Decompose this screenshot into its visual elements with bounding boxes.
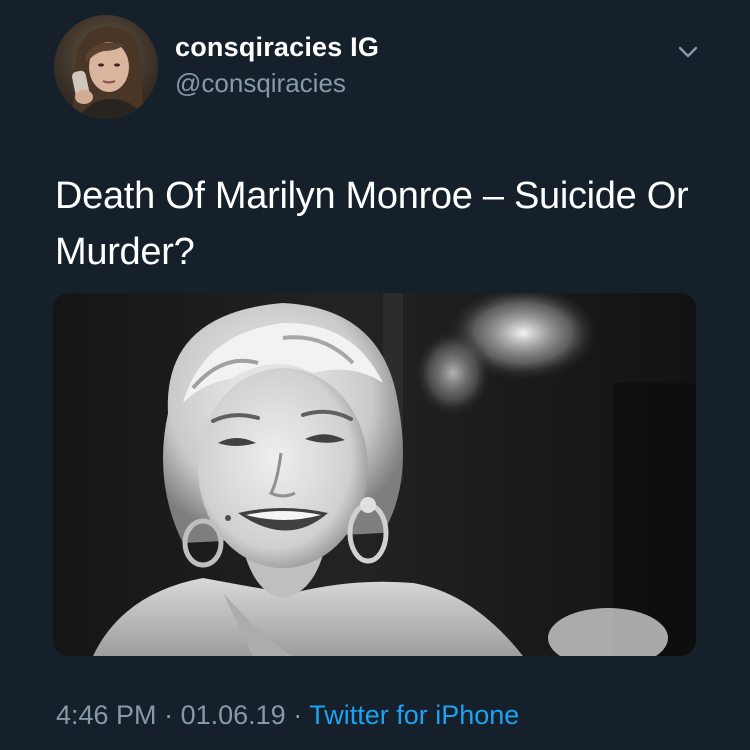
media-thumbnail <box>53 293 696 656</box>
tweet-time[interactable]: 4:46 PM <box>56 700 157 730</box>
meta-separator: · <box>164 700 174 730</box>
tweet-source-link[interactable]: Twitter for iPhone <box>309 700 519 730</box>
user-handle[interactable]: @consqiracies <box>175 68 346 99</box>
display-name[interactable]: consqiracies IG <box>175 32 379 63</box>
avatar[interactable] <box>54 15 158 119</box>
tweet-media[interactable] <box>53 293 696 656</box>
tweet-meta: 4:46 PM · 01.06.19 · Twitter for iPhone <box>56 700 519 731</box>
avatar-image <box>54 15 158 119</box>
meta-separator: · <box>293 700 303 730</box>
chevron-down-icon[interactable] <box>674 40 702 64</box>
tweet-date[interactable]: 01.06.19 <box>181 700 286 730</box>
tweet-text: Death Of Marilyn Monroe – Suicide Or Mur… <box>55 175 689 273</box>
